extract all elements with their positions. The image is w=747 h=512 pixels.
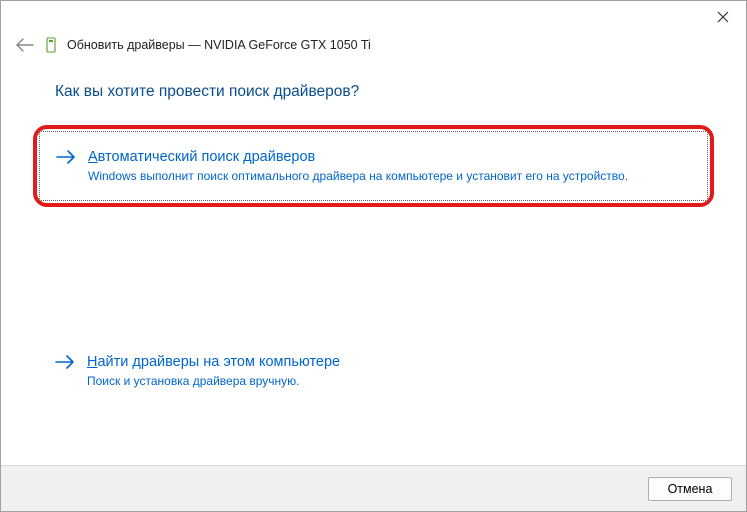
driver-update-dialog: Обновить драйверы — NVIDIA GeForce GTX 1… [0,0,747,512]
option-browse-text: Найти драйверы на этом компьютере Поиск … [87,353,690,389]
content-area: Как вы хотите провести поиск драйверов? … [1,65,746,465]
device-icon [43,37,59,53]
dialog-footer: Отмена [1,465,746,511]
arrow-right-icon [56,149,76,170]
cancel-button[interactable]: Отмена [648,477,732,501]
option-auto-text: Автоматический поиск драйверов Windows в… [88,148,689,184]
option-auto-desc: Windows выполнит поиск оптимального драй… [88,169,689,185]
back-arrow-icon [16,38,34,52]
header-row: Обновить драйверы — NVIDIA GeForce GTX 1… [1,33,746,65]
option-browse-title: Найти драйверы на этом компьютере [87,353,690,372]
option-auto-search[interactable]: Автоматический поиск драйверов Windows в… [39,131,708,201]
close-icon [717,11,729,23]
arrow-right-icon [55,354,75,375]
highlighted-option-frame: Автоматический поиск драйверов Windows в… [33,125,714,207]
option-browse-computer[interactable]: Найти драйверы на этом компьютере Поиск … [39,337,708,405]
page-heading: Как вы хотите провести поиск драйверов? [39,83,708,101]
option-auto-title: Автоматический поиск драйверов [88,148,689,167]
close-button[interactable] [700,1,746,33]
window-title: Обновить драйверы — NVIDIA GeForce GTX 1… [67,38,371,52]
titlebar [1,1,746,33]
back-button[interactable] [15,35,35,55]
option-browse-desc: Поиск и установка драйвера вручную. [87,374,690,390]
